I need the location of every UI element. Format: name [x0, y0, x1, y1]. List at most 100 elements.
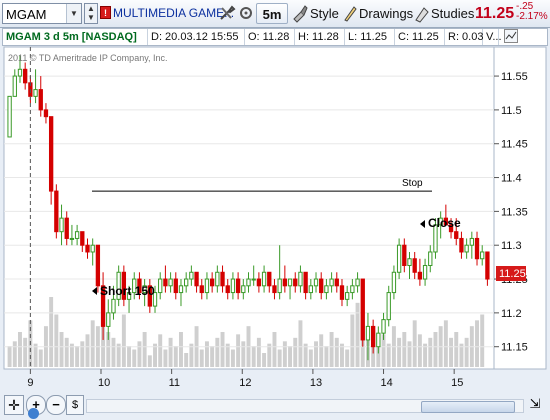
candle-up — [480, 251, 485, 260]
bottom-bar: ✛ + − $ ⇲ — [2, 392, 548, 418]
symbol-dropdown-icon[interactable]: ▼ — [66, 4, 81, 23]
crosshair-icon[interactable]: ✛ — [4, 395, 24, 415]
studies-icon[interactable] — [414, 3, 430, 24]
candle-up — [365, 325, 371, 341]
candle-down — [417, 271, 423, 280]
volume-bar — [23, 337, 28, 367]
candle-up — [251, 278, 256, 281]
y-tick-label: 11.15 — [501, 342, 528, 354]
style-button[interactable]: Style — [310, 3, 339, 24]
volume-bar — [277, 349, 282, 367]
range-readout: R: 0.03 — [445, 29, 483, 45]
drawings-button[interactable]: Drawings — [359, 3, 413, 24]
settings-icon[interactable] — [238, 3, 254, 24]
volume-bar — [417, 334, 422, 367]
short-label: Short 150 — [100, 284, 155, 298]
volume-bar — [397, 337, 402, 367]
price-scale-icon[interactable]: $ — [66, 395, 84, 415]
candle-up — [33, 89, 38, 97]
x-tick-label: 10 — [98, 377, 110, 389]
candle-up — [168, 278, 173, 287]
timeframe-button[interactable]: 5m — [256, 3, 288, 24]
tools-icon[interactable] — [218, 3, 236, 24]
volume-bar — [18, 332, 22, 367]
volume-bar — [90, 320, 95, 367]
candle-up — [428, 251, 433, 267]
y-tick-label: 11.4 — [501, 173, 522, 185]
copyright-text: 2011 © TD Ameritrade IP Company, Inc. — [8, 53, 168, 63]
candle-up — [324, 285, 329, 294]
x-tick-label: 12 — [239, 377, 251, 389]
stepper-up-icon[interactable]: ▲ — [87, 4, 95, 13]
symbol-value: MGAM — [6, 7, 47, 22]
drag-handle-icon[interactable] — [28, 408, 39, 419]
chart-scrollbar[interactable] — [86, 399, 524, 413]
candle-up — [464, 244, 469, 253]
x-tick-label: 11 — [169, 377, 180, 389]
candle-up — [158, 278, 163, 294]
volume-bar — [449, 337, 454, 367]
candle-down — [360, 278, 365, 341]
volume-bar — [75, 346, 80, 367]
candle-up — [277, 278, 282, 294]
symbol-stepper[interactable]: ▲ ▼ — [84, 3, 98, 24]
volume-bar — [272, 332, 277, 367]
zoom-out-icon[interactable]: − — [46, 395, 66, 415]
symbol-input[interactable]: MGAM ▼ — [2, 3, 82, 24]
chart-title[interactable]: MGAM 3 d 5m [NASDAQ] — [3, 29, 148, 45]
candle-up — [106, 312, 111, 327]
volume-bar — [121, 314, 126, 367]
volume-bar — [127, 346, 132, 367]
volume-bar — [433, 332, 438, 367]
volume-bar — [241, 341, 246, 367]
price-chart[interactable]: 2011 © TD Ameritrade IP Company, Inc. St… — [2, 46, 548, 416]
volume-bar — [168, 337, 173, 367]
x-tick-label: 9 — [27, 377, 33, 389]
volume-bar — [402, 332, 407, 367]
candle-up — [287, 278, 293, 287]
candle-up — [184, 278, 189, 287]
volume-bar — [282, 341, 287, 367]
open-readout: O: 11.28 — [245, 29, 295, 45]
candle-up — [90, 244, 95, 253]
chart-toggle-icon[interactable] — [501, 29, 519, 45]
candle-down — [370, 325, 376, 348]
candle-down — [474, 237, 480, 260]
volume-bar — [158, 334, 163, 367]
studies-button[interactable]: Studies — [431, 3, 474, 24]
candle-down — [54, 190, 59, 233]
candle-up — [204, 278, 210, 294]
volume-bar — [7, 346, 12, 367]
volume-bar — [132, 349, 137, 367]
expand-icon[interactable]: ⇲ — [526, 395, 544, 413]
candle-up — [391, 271, 397, 294]
candle-up — [189, 271, 194, 280]
candle-up — [17, 68, 23, 77]
candle-up — [261, 271, 267, 287]
y-tick-label: 11.35 — [501, 206, 528, 218]
volume-bar — [204, 341, 209, 367]
volume-readout: V... — [483, 29, 502, 45]
candle-down — [267, 271, 272, 287]
scrollbar-thumb[interactable] — [421, 401, 515, 413]
candle-down — [319, 278, 324, 294]
candle-up — [230, 278, 236, 294]
volume-bar — [54, 314, 59, 367]
drawings-icon[interactable] — [342, 3, 358, 24]
candle-down — [48, 116, 54, 192]
candle-up — [422, 265, 428, 280]
volume-bar — [293, 337, 298, 367]
style-icon[interactable] — [292, 3, 308, 24]
stepper-down-icon[interactable]: ▼ — [87, 13, 95, 22]
candle-down — [199, 285, 204, 294]
candle-up — [329, 278, 334, 287]
volume-bar — [480, 314, 485, 367]
alert-flag-icon[interactable]: ! — [100, 6, 111, 19]
candle-down — [43, 109, 49, 118]
volume-bar — [85, 334, 90, 367]
volume-bar — [407, 341, 412, 367]
stop-label: Stop — [402, 178, 423, 189]
candle-up — [241, 285, 246, 294]
volume-bar — [314, 341, 318, 367]
plot-area[interactable] — [3, 46, 495, 370]
